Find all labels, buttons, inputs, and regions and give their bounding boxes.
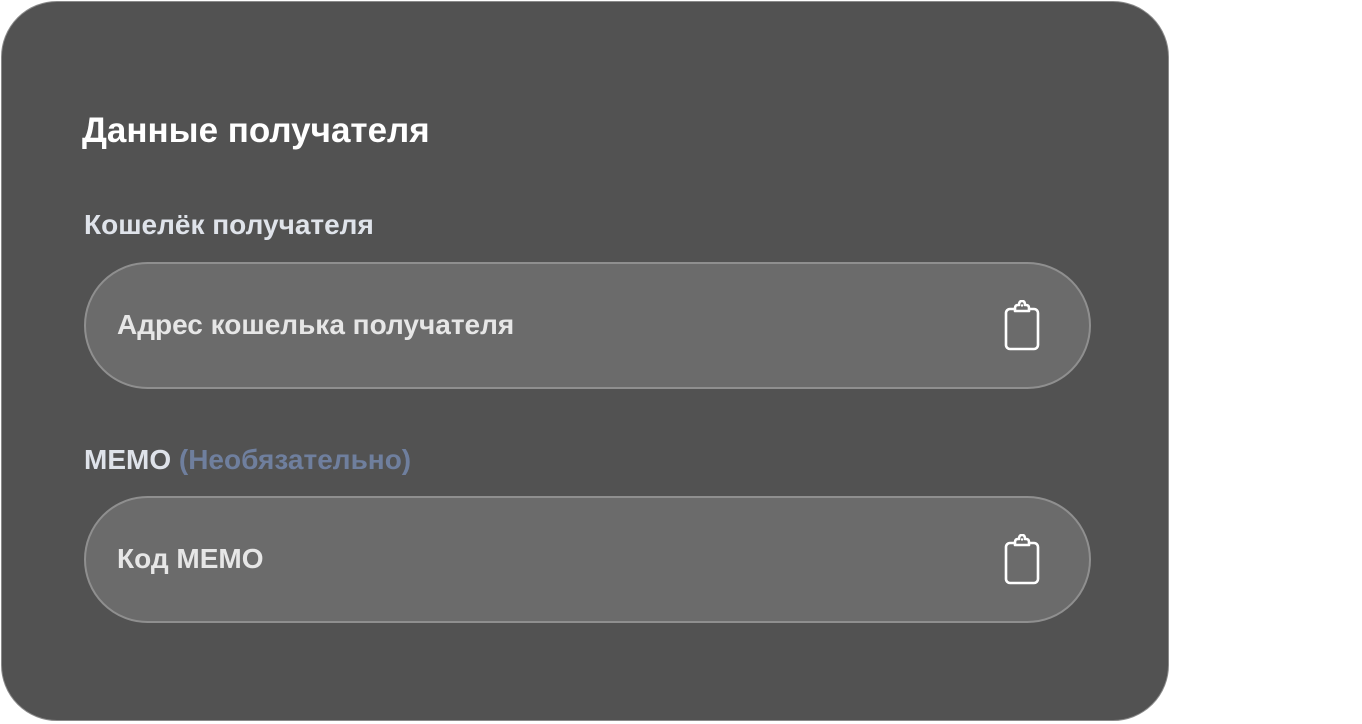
memo-code-placeholder: Код MEMO <box>117 543 264 574</box>
clipboard-icon <box>1004 534 1040 585</box>
wallet-label: Кошелёк получателя <box>84 209 374 240</box>
wallet-paste-button[interactable] <box>999 296 1045 356</box>
clipboard-icon <box>1004 300 1040 351</box>
memo-label-text: MEMO <box>84 444 172 475</box>
recipient-data-card: Данные получателя Кошелёк получателя Адр… <box>1 1 1169 721</box>
wallet-address-input[interactable]: Адрес кошелька получателя <box>84 262 1091 389</box>
memo-optional-note: (Необязательно) <box>178 444 412 475</box>
wallet-address-placeholder: Адрес кошелька получателя <box>117 309 515 340</box>
section-title: Данные получателя <box>82 111 430 150</box>
memo-paste-button[interactable] <box>999 530 1045 590</box>
memo-label: MEMO (Необязательно) <box>84 443 411 477</box>
memo-code-input[interactable]: Код MEMO <box>84 496 1091 623</box>
